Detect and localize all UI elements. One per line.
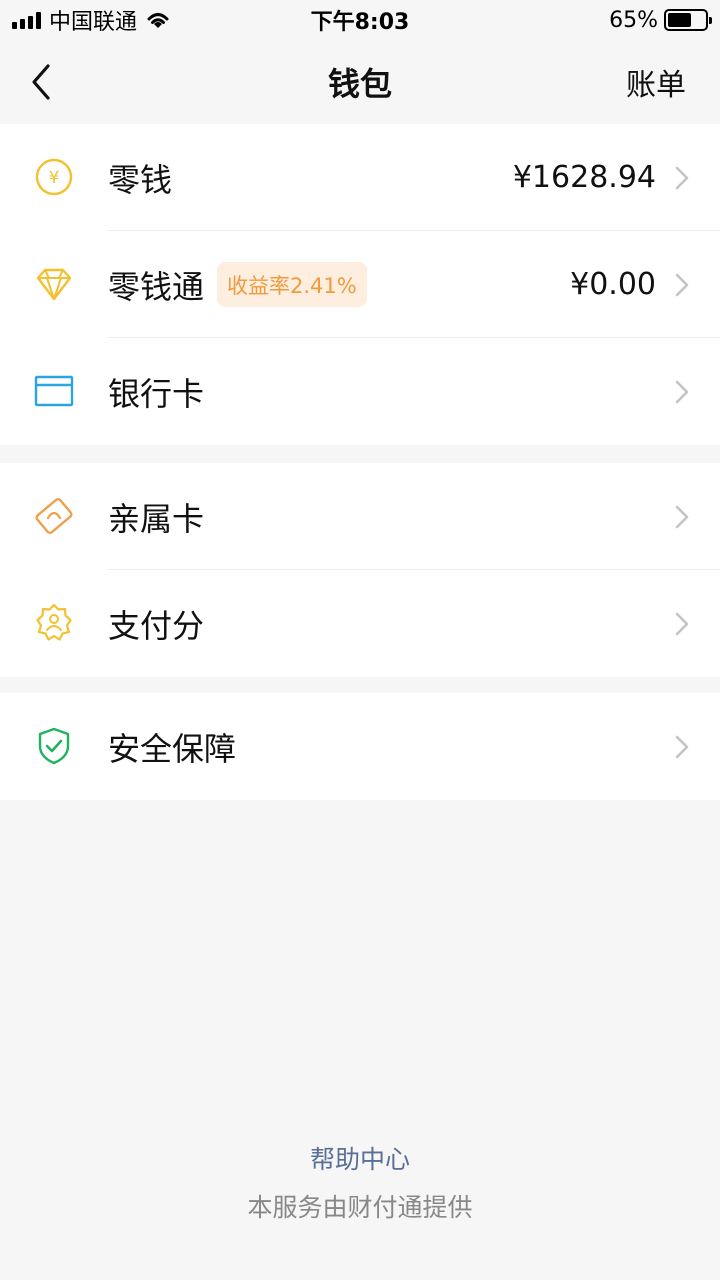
row-change[interactable]: ¥ 零钱 ¥1628.94: [0, 124, 720, 231]
carrier-name: 中国联通: [49, 10, 138, 35]
chevron-right-icon: [675, 612, 689, 636]
row-bank-card[interactable]: 银行卡: [0, 338, 720, 445]
page-title: 钱包: [327, 65, 392, 103]
row-security[interactable]: 安全保障: [0, 693, 720, 800]
row-label: 零钱: [108, 160, 173, 199]
row-label: 零钱通: [108, 267, 205, 306]
row-value: ¥0.00: [570, 267, 656, 302]
row-label: 亲属卡: [108, 499, 205, 538]
back-arrow-icon[interactable]: [26, 62, 58, 102]
battery-icon: [664, 9, 712, 31]
row-label: 安全保障: [108, 729, 237, 768]
row-change-pass[interactable]: 零钱通 收益率2.41% ¥0.00: [0, 231, 720, 338]
chevron-right-icon: [675, 273, 689, 297]
navigation-bar: 钱包 账单: [0, 40, 720, 124]
wallet-group-security: 安全保障: [0, 693, 720, 800]
diamond-icon: [36, 268, 72, 301]
status-bar: 中国联通 下午8:03 65%: [0, 0, 720, 40]
row-payment-score[interactable]: 支付分: [0, 570, 720, 677]
bills-button[interactable]: 账单: [626, 60, 686, 104]
wallet-group-funds: ¥ 零钱 ¥1628.94 零钱通 收益率2.41% ¥0.00 银行卡: [0, 124, 720, 445]
yield-rate-badge: 收益率2.41%: [217, 262, 367, 307]
bank-card-icon: [34, 375, 74, 407]
security-shield-icon: [38, 727, 70, 765]
wallet-group-services: 亲属卡 支付分: [0, 463, 720, 677]
row-label: 支付分: [108, 606, 205, 645]
chevron-right-icon: [675, 505, 689, 529]
service-provider-note: 本服务由财付通提供: [247, 1193, 473, 1222]
svg-text:¥: ¥: [49, 168, 60, 188]
chevron-right-icon: [675, 166, 689, 190]
help-center-link[interactable]: 帮助中心: [0, 1140, 720, 1176]
battery-percent: 65%: [609, 7, 658, 33]
payment-score-icon: [36, 603, 72, 641]
chevron-right-icon: [675, 735, 689, 759]
signal-strength-icon: [12, 11, 41, 29]
chevron-right-icon: [675, 380, 689, 404]
row-family-card[interactable]: 亲属卡: [0, 463, 720, 570]
wifi-icon: [147, 13, 169, 28]
yen-coin-icon: ¥: [35, 158, 73, 196]
row-value: ¥1628.94: [512, 160, 656, 195]
family-card-icon: [35, 497, 73, 535]
row-label: 银行卡: [108, 374, 205, 413]
